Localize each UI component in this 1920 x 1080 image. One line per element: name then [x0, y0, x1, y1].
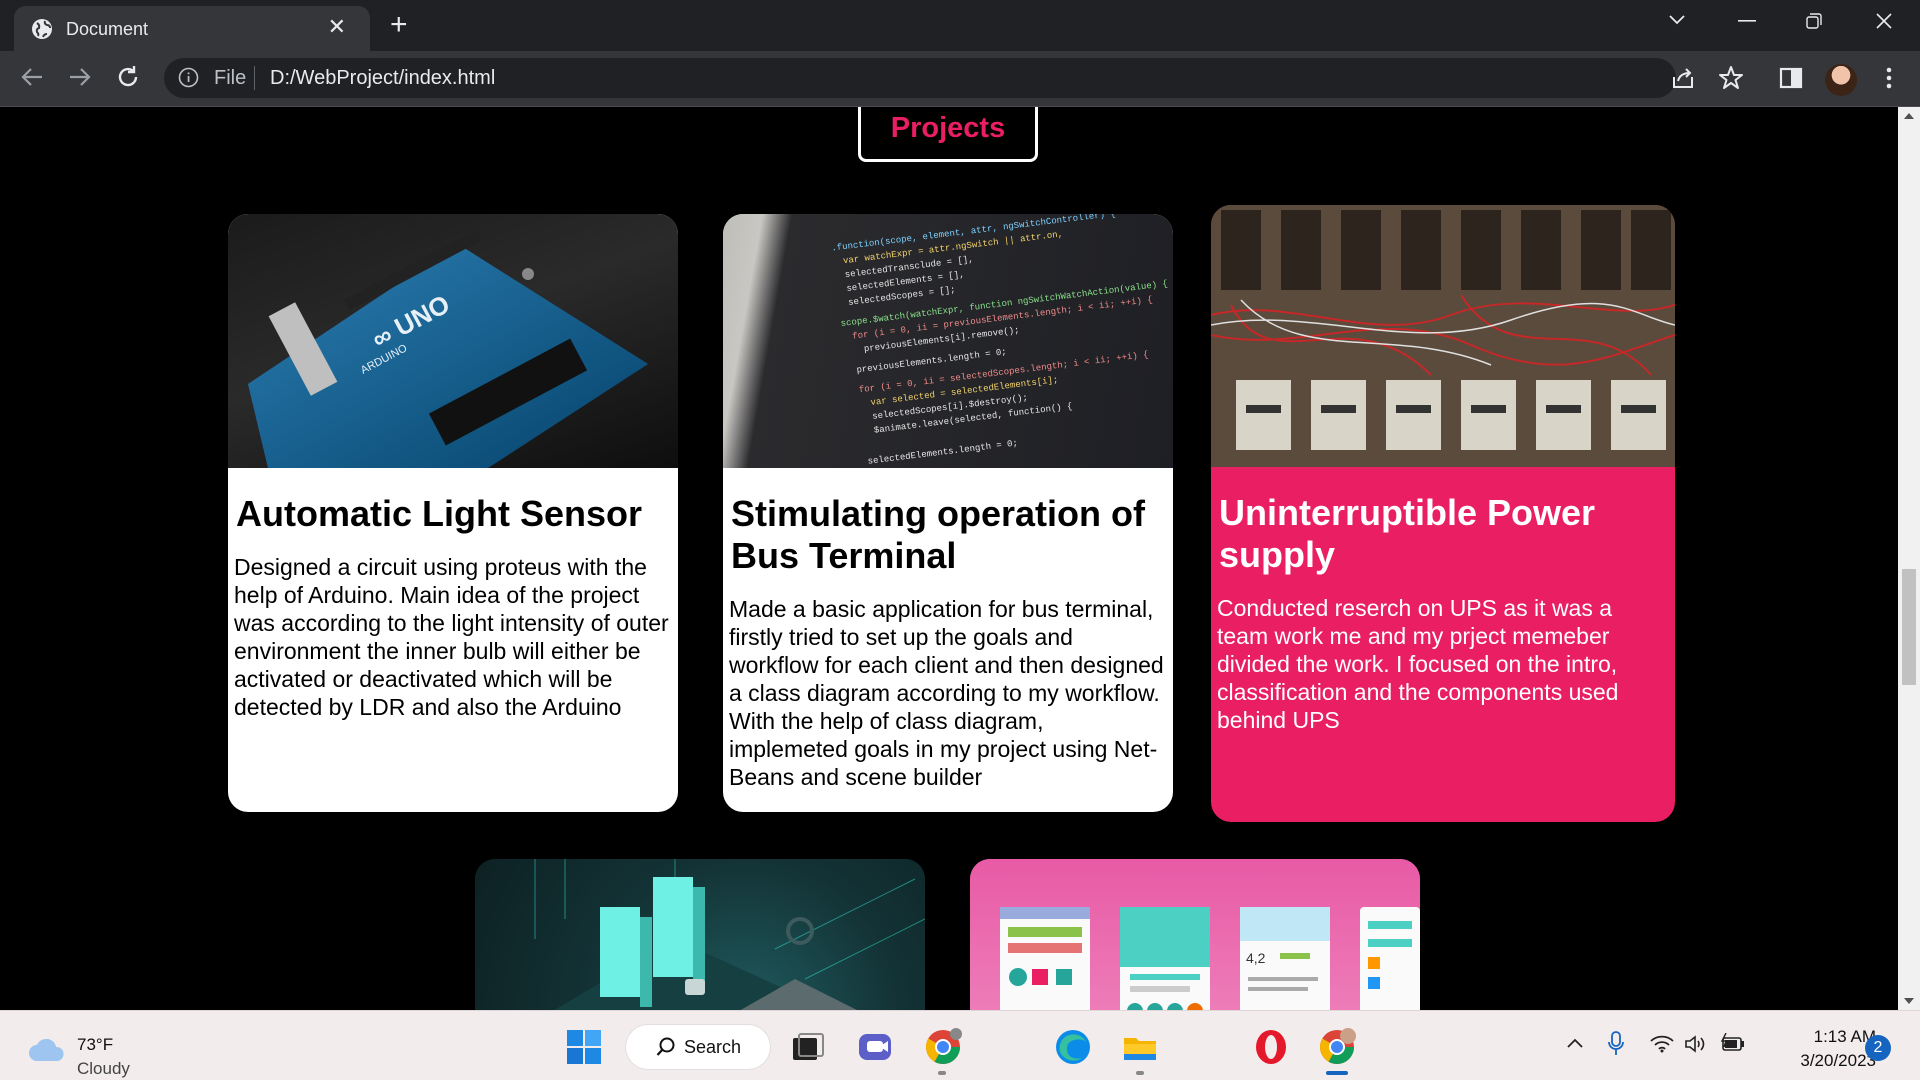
- url-scheme-label: File: [214, 67, 247, 89]
- weather-temperature: 73°F: [77, 1035, 114, 1054]
- arduino-board-image: ∞ UNO ARDUINO: [228, 214, 678, 468]
- url-text[interactable]: D:/WebProject/index.html: [270, 67, 495, 90]
- close-window-icon[interactable]: [1876, 13, 1892, 29]
- page-scrollbar[interactable]: [1898, 107, 1920, 1010]
- project-card-highlighted[interactable]: Uninterruptible Power supply Conducted r…: [1211, 205, 1675, 822]
- project-card[interactable]: [475, 859, 925, 1010]
- teams-chat-icon[interactable]: [856, 1028, 894, 1066]
- chrome-profile-icon[interactable]: [1318, 1028, 1356, 1066]
- new-tab-button[interactable]: +: [390, 10, 408, 40]
- tab-title: Document: [66, 19, 149, 39]
- weather-condition: Cloudy: [77, 1059, 130, 1078]
- wifi-icon[interactable]: [1650, 1035, 1674, 1053]
- windows-start-icon[interactable]: [566, 1029, 602, 1065]
- tab-search-icon[interactable]: [1668, 14, 1686, 26]
- arduino-illustration: ∞ UNO ARDUINO: [248, 229, 648, 468]
- scroll-down-arrow-icon[interactable]: [1904, 998, 1914, 1004]
- svg-text:selectedElements.length = 0;: selectedElements.length = 0;: [867, 438, 1018, 466]
- project-card[interactable]: 4,2: [970, 859, 1420, 1010]
- chrome-icon[interactable]: [924, 1028, 962, 1066]
- clock-date: 3/20/2023: [1800, 1051, 1876, 1070]
- microphone-icon[interactable]: [1608, 1031, 1624, 1057]
- chevron-up-icon[interactable]: [1566, 1037, 1584, 1049]
- svg-text:4,2: 4,2: [1246, 950, 1266, 966]
- task-view-icon[interactable]: [789, 1028, 827, 1066]
- back-icon[interactable]: [20, 66, 44, 88]
- card-title: Uninterruptible Power supply: [1219, 492, 1596, 575]
- card-title: Stimulating operation of Bus Terminal: [731, 493, 1145, 576]
- menu-kebab-icon[interactable]: [1876, 65, 1902, 91]
- side-panel-icon[interactable]: [1778, 65, 1804, 91]
- running-indicator: [1136, 1071, 1144, 1075]
- electrical-panel-illustration: [1211, 205, 1675, 467]
- projects-heading: Projects: [858, 107, 1038, 162]
- running-indicator: [938, 1071, 946, 1075]
- cloud-icon: [29, 1038, 64, 1061]
- opera-icon[interactable]: [1252, 1028, 1290, 1066]
- scroll-up-arrow-icon[interactable]: [1904, 113, 1914, 119]
- search-icon: [656, 1037, 675, 1056]
- taskbar-search[interactable]: Search: [626, 1025, 770, 1069]
- battery-charging-icon[interactable]: [1720, 1033, 1746, 1053]
- share-icon[interactable]: [1670, 65, 1696, 91]
- code-screen-image: .function(scope, element, attr, ngSwitch…: [723, 214, 1173, 468]
- browser-toolbar: File D:/WebProject/index.html: [0, 51, 1920, 107]
- notification-badge[interactable]: 2: [1865, 1035, 1891, 1061]
- minimize-icon[interactable]: [1738, 20, 1756, 22]
- close-tab-icon[interactable]: ✕: [328, 16, 346, 38]
- search-label: Search: [684, 1037, 742, 1057]
- card-description: Designed a circuit using proteus with th…: [234, 554, 669, 720]
- card-description: Made a basic application for bus termina…: [729, 596, 1164, 790]
- electrical-panel-image: [1211, 205, 1675, 467]
- system-clock[interactable]: 1:13 AM 3/20/2023: [1766, 1025, 1876, 1073]
- card-description: Conducted reserch on UPS as it was a tea…: [1217, 595, 1619, 733]
- restore-icon[interactable]: [1806, 13, 1822, 29]
- address-bar[interactable]: File D:/WebProject/index.html: [164, 58, 1676, 98]
- scrollbar-thumb[interactable]: [1902, 569, 1916, 685]
- browser-tab-bar: Document ✕ +: [0, 0, 1920, 51]
- code-illustration: .function(scope, element, attr, ngSwitch…: [831, 214, 1168, 467]
- bookmark-star-icon[interactable]: [1718, 65, 1744, 91]
- volume-icon[interactable]: [1684, 1035, 1706, 1053]
- project-card[interactable]: ∞ UNO ARDUINO Automatic Light Sensor Des…: [228, 214, 678, 812]
- url-separator: [254, 66, 255, 90]
- clock-time: 1:13 AM: [1813, 1027, 1876, 1046]
- cloud-servers-illustration: [534, 859, 925, 1010]
- mobile-apps-image: 4,2: [970, 859, 1420, 1010]
- project-card[interactable]: .function(scope, element, attr, ngSwitch…: [723, 214, 1173, 812]
- page-viewport: Projects ∞ UNO ARDUINO Automatic Light S…: [0, 107, 1898, 1010]
- file-explorer-icon[interactable]: [1121, 1028, 1159, 1066]
- cloud-servers-image: [475, 859, 925, 1010]
- info-icon[interactable]: [178, 67, 199, 88]
- reload-icon[interactable]: [116, 65, 140, 89]
- profile-avatar[interactable]: [1825, 64, 1857, 96]
- active-app-indicator: [1326, 1071, 1348, 1075]
- edge-icon[interactable]: [1054, 1028, 1092, 1066]
- globe-icon: [32, 19, 52, 39]
- forward-icon[interactable]: [68, 66, 92, 88]
- browser-tab[interactable]: Document ✕: [14, 6, 370, 51]
- card-title: Automatic Light Sensor: [236, 493, 643, 534]
- windows-taskbar: 73°F Cloudy Search 1:13 AM 3/20/2023 2: [0, 1010, 1920, 1080]
- mobile-apps-illustration: 4,2: [1000, 907, 1420, 1010]
